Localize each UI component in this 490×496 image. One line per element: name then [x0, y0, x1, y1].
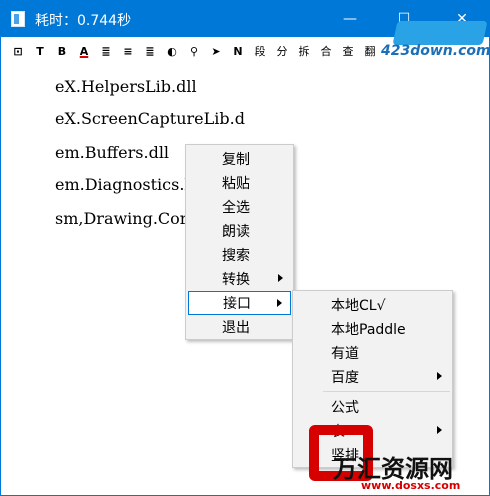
menu-item-paste[interactable]: 粘贴 — [188, 171, 291, 195]
menu-item-copy[interactable]: 复制 — [188, 147, 291, 171]
text-line: em.Buffers.dll — [55, 143, 170, 162]
watermark-423down-text: 423down.com — [381, 43, 490, 59]
send-icon[interactable]: ➤ — [205, 40, 227, 62]
frame-icon[interactable]: ⊡ — [7, 40, 29, 62]
text-line: eX.ScreenCaptureLib.d — [55, 109, 245, 128]
menu-separator — [323, 391, 450, 392]
align-left-icon[interactable]: ≣ — [95, 40, 117, 62]
menu-item-interface[interactable]: 接口 — [188, 291, 291, 315]
submenu-item-youdao[interactable]: 有道 — [295, 341, 450, 365]
palette-icon[interactable]: ◐ — [161, 40, 183, 62]
menu-item-read-aloud[interactable]: 朗读 — [188, 219, 291, 243]
menu-item-interface-label: 接口 — [223, 296, 251, 312]
translate-button[interactable]: 翻 — [359, 40, 381, 62]
text-icon[interactable]: T — [29, 40, 51, 62]
submenu-arrow-icon — [278, 274, 283, 282]
menu-item-convert[interactable]: 转换 — [188, 267, 291, 291]
menu-item-search[interactable]: 搜索 — [188, 243, 291, 267]
watermark-wanhui: 万汇资源网 www.dosxs.com — [309, 421, 485, 493]
split-button[interactable]: 分 — [271, 40, 293, 62]
submenu-item-baidu-label: 百度 — [331, 370, 359, 386]
search-icon[interactable]: ⚲ — [183, 40, 205, 62]
text-line: eX.HelpersLib.dll — [55, 77, 197, 96]
submenu-item-local-paddle[interactable]: 本地Paddle — [295, 317, 450, 341]
segment-button[interactable]: 段 — [249, 40, 271, 62]
text-line: sm,Drawing.Cor — [55, 209, 188, 228]
app-icon — [11, 11, 25, 27]
menu-item-exit[interactable]: 退出 — [188, 315, 291, 339]
watermark-logo-423down — [392, 21, 488, 45]
break-button[interactable]: 拆 — [293, 40, 315, 62]
submenu-item-baidu[interactable]: 百度 — [295, 365, 450, 389]
minimize-button[interactable]: — — [327, 1, 373, 37]
context-menu: 复制 粘贴 全选 朗读 搜索 转换 接口 退出 — [185, 144, 294, 340]
lookup-button[interactable]: 查 — [337, 40, 359, 62]
submenu-arrow-icon — [437, 372, 442, 380]
submenu-item-formula[interactable]: 公式 — [295, 395, 450, 419]
menu-item-convert-label: 转换 — [222, 272, 250, 288]
submenu-arrow-icon — [277, 299, 282, 307]
n-icon[interactable]: N — [227, 40, 249, 62]
submenu-item-local-cl[interactable]: 本地CL√ — [295, 293, 450, 317]
app-window: 耗时：0.744秒 — ☐ ✕ ⊡ T B A ≣ ≡ ≣ ◐ ⚲ ➤ N 段 … — [0, 0, 490, 496]
align-right-icon[interactable]: ≣ — [139, 40, 161, 62]
font-color-icon[interactable]: A — [73, 40, 95, 62]
merge-button[interactable]: 合 — [315, 40, 337, 62]
watermark-wanhui-url: www.dosxs.com — [361, 479, 461, 492]
text-line: em.Diagnostics.l — [55, 175, 190, 194]
menu-item-select-all[interactable]: 全选 — [188, 195, 291, 219]
window-title: 耗时：0.744秒 — [35, 13, 132, 29]
align-center-icon[interactable]: ≡ — [117, 40, 139, 62]
bold-icon[interactable]: B — [51, 40, 73, 62]
